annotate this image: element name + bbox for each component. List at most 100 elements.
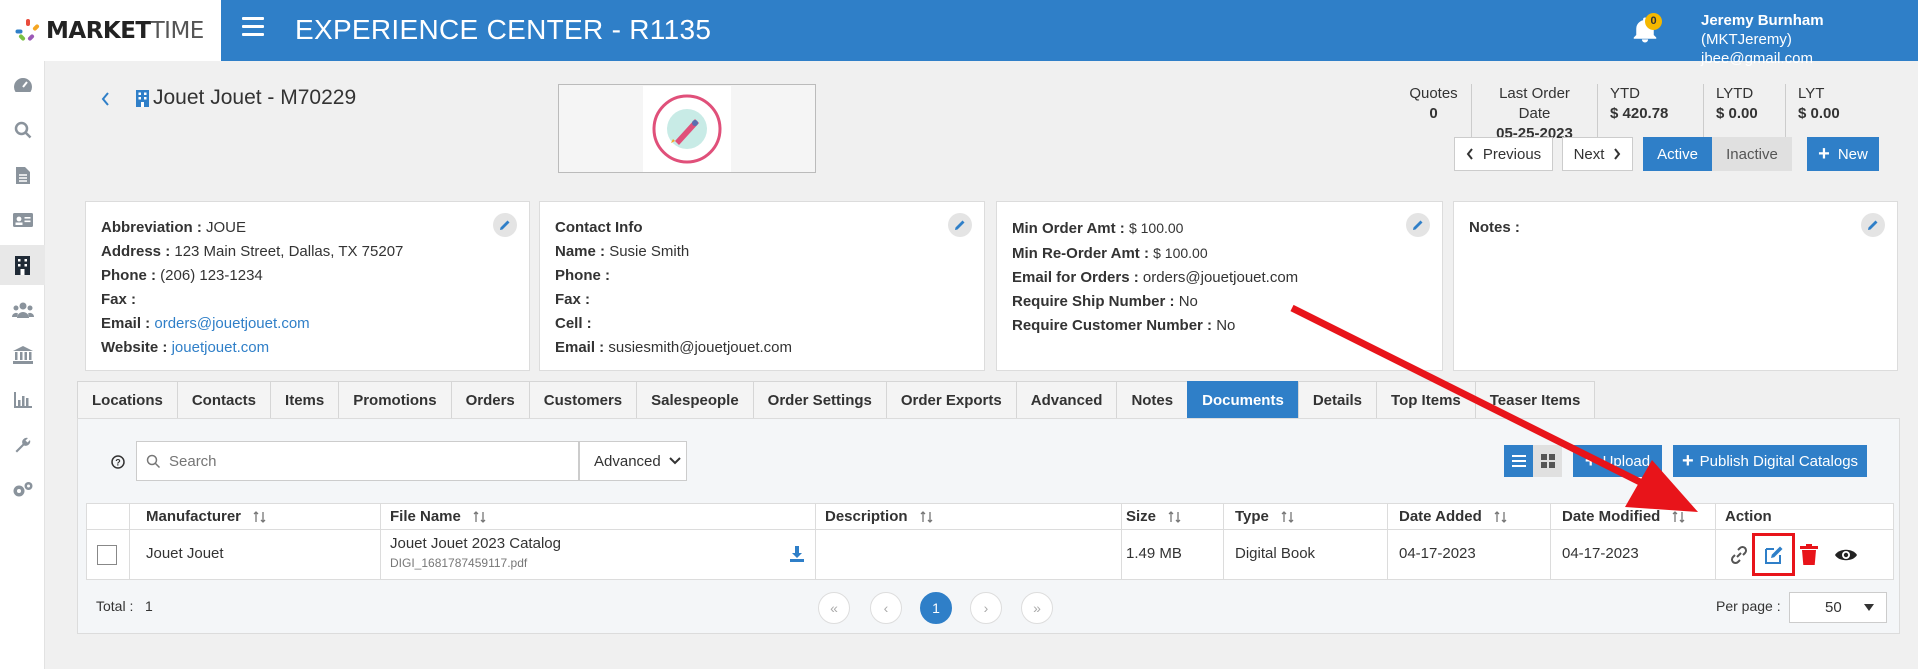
caret-down-icon [1864, 604, 1874, 611]
user-name: Jeremy Burnham [1701, 12, 1824, 29]
menu-toggle-icon[interactable] [242, 17, 264, 39]
search-icon[interactable] [0, 110, 45, 150]
column-type[interactable]: Type [1235, 508, 1294, 525]
cell-file-name: DIGI_1681787459117.pdf [390, 556, 528, 570]
advanced-dropdown[interactable]: Advanced [579, 441, 687, 481]
edit-order-settings-button[interactable] [1406, 213, 1430, 237]
column-file-name[interactable]: File Name [390, 508, 486, 525]
search-field[interactable] [136, 441, 579, 481]
users-icon[interactable] [0, 290, 45, 330]
min-reorder-value: $ 100.00 [1153, 245, 1208, 261]
tab-promotions[interactable]: Promotions [338, 381, 452, 418]
help-icon[interactable]: ? [111, 455, 125, 469]
cell-manufacturer: Jouet Jouet [146, 545, 224, 562]
sort-icon [473, 510, 486, 523]
phone-value: (206) 123-1234 [160, 267, 263, 284]
tab-salespeople[interactable]: Salespeople [636, 381, 754, 418]
tab-notes[interactable]: Notes [1116, 381, 1189, 418]
eye-icon[interactable] [1834, 547, 1858, 563]
active-toggle[interactable]: Active [1643, 137, 1712, 171]
inactive-toggle[interactable]: Inactive [1712, 137, 1792, 171]
top-bar: MARKETTIME EXPERIENCE CENTER - R1135 0 J… [0, 0, 1918, 67]
new-button[interactable]: + New [1807, 137, 1879, 171]
annotation-highlight [1752, 533, 1795, 576]
tab-order-exports[interactable]: Order Exports [885, 381, 1017, 418]
stat-last-order-date: Last Order Date 05-25-2023 [1472, 84, 1598, 144]
back-chevron-icon[interactable] [100, 91, 110, 107]
table-row[interactable]: Jouet Jouet Jouet Jouet 2023 Catalog DIG… [86, 530, 1894, 580]
pencil-icon [500, 220, 510, 230]
sort-icon [920, 510, 932, 523]
stats-bar: Quotes 0 Last Order Date 05-25-2023 YTD $ 4… [1396, 84, 1864, 144]
building-icon [136, 89, 149, 107]
pencil-icon [1868, 220, 1878, 230]
last-page-button[interactable]: » [1021, 592, 1053, 624]
plus-icon: + [1818, 142, 1830, 165]
column-manufacturer[interactable]: Manufacturer [146, 508, 266, 525]
wrench-icon[interactable] [0, 425, 45, 465]
chevron-down-icon [669, 457, 681, 465]
website-link[interactable]: jouetjouet.com [172, 339, 270, 356]
cell-date-added: 04-17-2023 [1399, 545, 1476, 562]
column-size[interactable]: Size [1126, 508, 1181, 525]
tab-order-settings[interactable]: Order Settings [752, 381, 887, 418]
row-checkbox[interactable] [97, 545, 117, 565]
cell-file-title: Jouet Jouet 2023 Catalog [390, 535, 561, 552]
contact-card-icon[interactable] [0, 200, 45, 240]
app-title: EXPERIENCE CENTER - R1135 [295, 14, 712, 45]
stat-quotes: Quotes 0 [1396, 84, 1472, 144]
document-icon[interactable] [0, 155, 45, 195]
next-button[interactable]: Next [1562, 137, 1633, 171]
chart-icon[interactable] [0, 380, 45, 420]
tab-locations[interactable]: Locations [77, 381, 178, 418]
edit-contact-button[interactable] [948, 213, 972, 237]
per-page-select[interactable]: 50 [1789, 592, 1887, 623]
tab-items[interactable]: Items [270, 381, 340, 418]
next-page-button[interactable]: › [970, 592, 1002, 624]
ship-number-value: No [1178, 293, 1198, 310]
download-icon[interactable] [789, 546, 805, 562]
bank-icon[interactable] [0, 335, 45, 375]
logo-text-bold: MARKET [46, 17, 151, 44]
prev-page-button[interactable]: ‹ [870, 592, 902, 624]
tab-orders[interactable]: Orders [450, 381, 530, 418]
contact-info-card: Contact Info Name : Susie Smith Phone : … [539, 201, 985, 371]
tab-contacts[interactable]: Contacts [176, 381, 272, 418]
chevron-left-icon [1466, 148, 1473, 160]
settings-icon[interactable] [0, 470, 45, 510]
trash-icon[interactable] [1800, 544, 1818, 565]
total-count: Total : 1 [96, 598, 153, 614]
notification-badge: 0 [1645, 13, 1662, 30]
link-icon[interactable] [1729, 545, 1749, 565]
contact-name-value: Susie Smith [609, 243, 690, 260]
email-link[interactable]: orders@jouetjouet.com [154, 315, 309, 332]
page-button-current[interactable]: 1 [920, 592, 952, 624]
chevron-right-icon [1614, 148, 1621, 160]
user-menu[interactable]: Jeremy Burnham (MKTJeremy) jbee@gmail.co… [1701, 11, 1918, 68]
search-input[interactable] [169, 452, 549, 470]
tab-advanced[interactable]: Advanced [1015, 381, 1118, 418]
previous-button[interactable]: Previous [1454, 137, 1553, 171]
logo[interactable]: MARKETTIME [0, 0, 221, 61]
dashboard-icon[interactable] [0, 65, 45, 105]
address-value: 123 Main Street, Dallas, TX 75207 [174, 243, 404, 260]
tab-documents[interactable]: Documents [1187, 381, 1299, 418]
jouet-logo-image [652, 94, 722, 163]
stat-lyt: LYT $ 0.00 [1798, 85, 1840, 122]
logo-text-light: TIME [150, 17, 205, 44]
email-orders-value: orders@jouetjouet.com [1142, 269, 1299, 286]
edit-general-button[interactable] [493, 213, 517, 237]
manufacturer-logo[interactable] [558, 84, 816, 173]
stat-ytd: YTD $ 420.78 [1598, 84, 1704, 144]
edit-notes-button[interactable] [1861, 213, 1885, 237]
pencil-icon [955, 220, 965, 230]
svg-text:?: ? [115, 458, 121, 468]
logo-mark-icon [15, 18, 40, 43]
building-icon[interactable] [0, 245, 45, 285]
min-order-value: $ 100.00 [1128, 220, 1184, 236]
tab-customers[interactable]: Customers [528, 381, 638, 418]
user-handle: (MKTJeremy) [1701, 31, 1792, 48]
cell-type: Digital Book [1235, 545, 1316, 562]
first-page-button[interactable]: « [818, 592, 850, 624]
column-description[interactable]: Description [825, 508, 933, 525]
